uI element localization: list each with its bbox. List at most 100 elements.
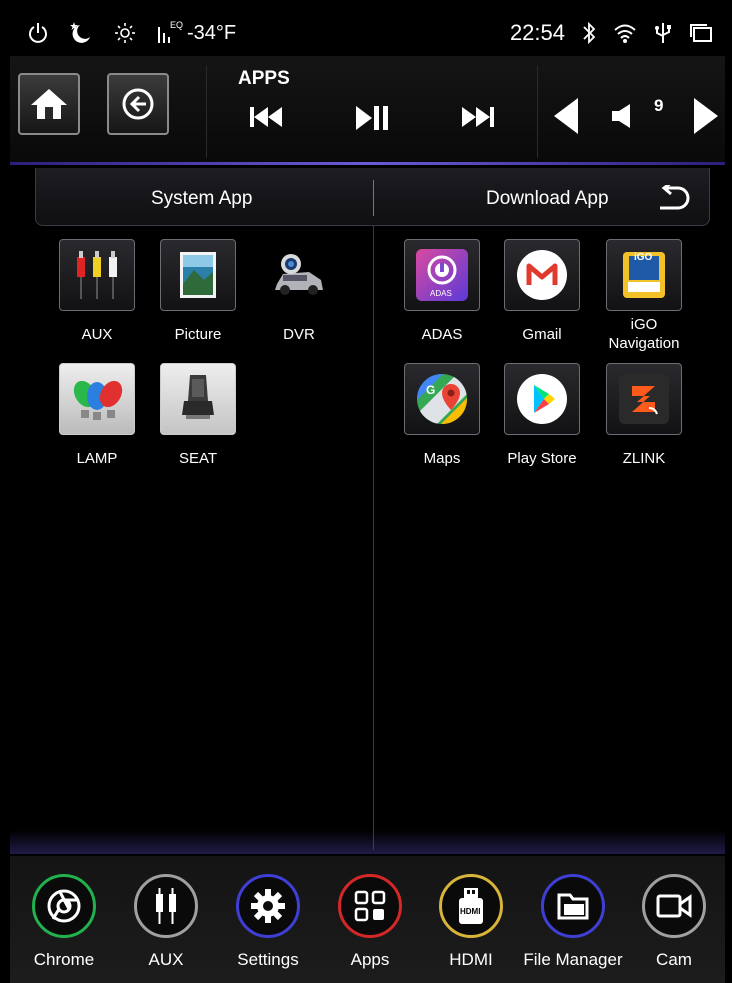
app-seat[interactable]: SEAT <box>148 363 248 468</box>
clock: 22:54 <box>509 20 565 45</box>
lamp-bulbs-icon <box>59 363 135 435</box>
dock-aux[interactable]: AUX <box>116 874 216 970</box>
divider-line <box>10 162 725 165</box>
triangle-left-icon <box>554 98 578 134</box>
app-zlink[interactable]: ZLINK <box>594 363 694 468</box>
content-bottom-glow <box>10 830 725 854</box>
triangle-right-icon <box>694 98 718 134</box>
next-track-icon <box>462 107 494 127</box>
back-button[interactable] <box>107 73 169 135</box>
google-maps-icon: G <box>404 363 480 435</box>
dock-bar: Chrome AUX Settings Apps HDMI HDMI File … <box>10 856 725 983</box>
app-label: Gmail <box>522 326 562 343</box>
bluetooth-icon <box>581 21 597 45</box>
wifi-icon <box>613 22 637 44</box>
adas-icon <box>404 239 480 311</box>
dock-ring <box>338 874 402 938</box>
dock-chrome[interactable]: Chrome <box>14 874 114 970</box>
next-track-button[interactable] <box>460 104 496 135</box>
picture-icon <box>160 239 236 311</box>
dock-apps[interactable]: Apps <box>320 874 420 970</box>
eq-label: EQ <box>170 20 184 30</box>
tab-download-app[interactable]: Download App <box>486 188 609 210</box>
page-title: APPS <box>238 68 290 89</box>
folder-icon <box>557 893 589 920</box>
aux-cable-icon <box>59 239 135 311</box>
previous-track-icon <box>250 107 282 127</box>
play-store-icon <box>504 363 580 435</box>
back-arrow-icon <box>122 88 154 120</box>
dock-label: File Manager <box>523 950 623 969</box>
return-arrow-icon <box>660 181 690 210</box>
dock-ring <box>134 874 198 938</box>
dock-label: Apps <box>350 950 390 969</box>
dock-ring: HDMI <box>439 874 503 938</box>
dock-ring <box>236 874 300 938</box>
dock-label: Chrome <box>33 950 95 969</box>
app-label: ADAS <box>421 326 463 343</box>
dock-ring <box>32 874 96 938</box>
dock-settings[interactable]: Settings <box>218 874 318 970</box>
power-icon[interactable] <box>28 22 48 44</box>
dock-cam[interactable]: Cam <box>624 874 724 970</box>
home-icon <box>31 89 67 119</box>
home-button[interactable] <box>18 73 80 135</box>
camera-icon <box>656 894 692 918</box>
car-seat-icon <box>160 363 236 435</box>
equalizer-temperature[interactable]: EQ -34°F <box>156 20 237 45</box>
play-pause-icon <box>356 106 388 130</box>
dock-label: AUX <box>148 950 184 969</box>
app-tabs: System App Download App <box>35 168 710 226</box>
chrome-icon <box>47 889 81 923</box>
return-button[interactable] <box>656 181 690 216</box>
tab-divider <box>373 180 374 216</box>
media-control-bar: APPS 9 <box>10 56 725 164</box>
content-divider <box>373 226 374 850</box>
aux-plugs-icon <box>156 888 176 924</box>
app-play-store[interactable]: Play Store <box>492 363 592 468</box>
svg-text:G: G <box>426 383 435 397</box>
gmail-icon <box>504 239 580 311</box>
app-adas[interactable]: ADAS ADAS <box>392 239 492 344</box>
separator <box>537 66 538 158</box>
dock-label: Settings <box>237 950 299 969</box>
adas-icon-text: ADAS <box>430 289 452 298</box>
dock-label: HDMI <box>449 950 493 969</box>
tab-system-app[interactable]: System App <box>151 188 252 210</box>
recent-apps-icon[interactable] <box>689 22 713 44</box>
separator <box>206 66 207 158</box>
dock-hdmi[interactable]: HDMI HDMI <box>421 874 521 970</box>
app-dvr[interactable]: DVR <box>249 239 349 344</box>
dock-ring <box>642 874 706 938</box>
app-label: Maps <box>423 450 461 467</box>
volume-level: 9 <box>654 96 664 115</box>
dock-label: Cam <box>656 950 692 969</box>
hdmi-icon <box>459 888 483 924</box>
dock-file-manager[interactable]: File Manager <box>523 874 623 970</box>
app-label: Picture <box>174 326 222 343</box>
apps-grid-icon <box>354 890 386 922</box>
dvr-car-camera-icon <box>261 239 337 311</box>
play-pause-button[interactable] <box>354 104 390 137</box>
night-mode-icon[interactable] <box>68 21 94 45</box>
igo-navigation-icon <box>606 239 682 311</box>
dock-ring <box>541 874 605 938</box>
app-aux[interactable]: AUX <box>47 239 147 344</box>
app-igo-navigation[interactable]: iGO iGO Navigation <box>594 239 694 353</box>
previous-track-button[interactable] <box>248 104 284 135</box>
gear-icon <box>251 889 285 923</box>
screen: EQ -34°F 22:54 APPS 9 System App Downloa… <box>10 10 725 983</box>
app-label: iGO Navigation <box>608 316 680 352</box>
volume-up-button[interactable] <box>692 96 720 141</box>
app-label: ZLINK <box>622 450 666 467</box>
brightness-icon[interactable] <box>114 22 136 44</box>
app-lamp[interactable]: LAMP <box>47 363 147 468</box>
app-label: SEAT <box>178 450 218 467</box>
app-label: Play Store <box>507 450 577 467</box>
app-gmail[interactable]: Gmail <box>492 239 592 344</box>
app-maps[interactable]: G Maps <box>392 363 492 468</box>
volume-down-button[interactable] <box>552 96 580 141</box>
app-picture[interactable]: Picture <box>148 239 248 344</box>
temperature: -34°F <box>187 21 237 44</box>
app-label: DVR <box>283 326 315 343</box>
